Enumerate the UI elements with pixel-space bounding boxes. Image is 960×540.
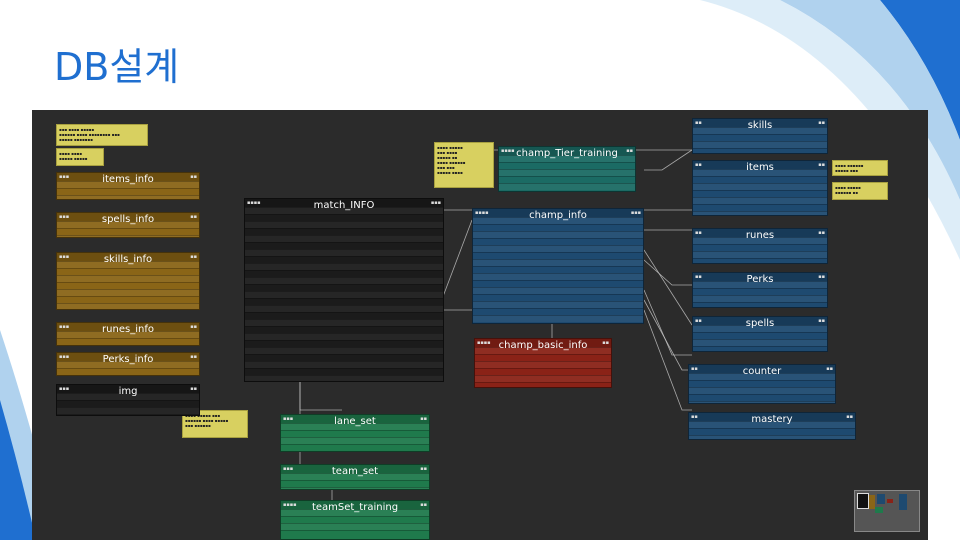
- table-title: spells_info: [101, 214, 155, 225]
- table-runes-info[interactable]: ▪▪▪ ▪▪ runes_info: [56, 322, 200, 346]
- minimap-viewport[interactable]: [857, 493, 869, 509]
- table-title: teamSet_training: [311, 502, 399, 513]
- table-skills-info[interactable]: ▪▪▪ ▪▪ skills_info: [56, 252, 200, 310]
- table-items-info[interactable]: ▪▪▪ ▪▪ items_info: [56, 172, 200, 200]
- note: ▪▪▪▪ ▪▪▪▪ ▪▪▪▪▪ ▪▪▪▪▪: [56, 148, 104, 166]
- table-img[interactable]: ▪▪▪ ▪▪ img: [56, 384, 200, 416]
- table-champ-basic-info[interactable]: ▪▪▪▪ ▪▪ champ_basic_info: [474, 338, 612, 388]
- table-title: champ_basic_info: [498, 340, 588, 351]
- slide-title: DB설계: [54, 45, 180, 89]
- table-teamset-training[interactable]: ▪▪▪▪ ▪▪ teamSet_training: [280, 500, 430, 540]
- table-title: counter: [742, 366, 782, 377]
- table-title: Perks_info: [102, 354, 154, 365]
- table-title: items: [746, 162, 774, 173]
- table-champ-tier-training[interactable]: ▪▪▪▪ ▪▪ champ_Tier_training: [498, 146, 636, 192]
- note: ▪▪▪▪ ▪▪▪▪▪ ▪▪▪ ▪▪▪▪ ▪▪▪▪▪ ▪▪ ▪▪▪▪ ▪▪▪▪▪▪ ▪▪▪…: [434, 142, 494, 188]
- table-title: mastery: [751, 414, 793, 425]
- table-title: img: [118, 386, 138, 397]
- table-title: runes: [745, 230, 775, 241]
- table-team-set[interactable]: ▪▪▪ ▪▪ team_set: [280, 464, 430, 490]
- table-title: spells: [745, 318, 775, 329]
- minimap[interactable]: [854, 490, 920, 532]
- table-lane-set[interactable]: ▪▪▪ ▪▪ lane_set: [280, 414, 430, 452]
- note: ▪▪▪▪ ▪▪▪▪▪▪ ▪▪▪▪▪ ▪▪▪: [832, 160, 888, 176]
- table-counter[interactable]: ▪▪ ▪▪ counter: [688, 364, 836, 404]
- table-mastery[interactable]: ▪▪ ▪▪ mastery: [688, 412, 856, 440]
- table-title: lane_set: [334, 416, 376, 427]
- table-spells[interactable]: ▪▪ ▪▪ spells: [692, 316, 828, 352]
- table-title: champ_Tier_training: [516, 148, 618, 159]
- table-title: team_set: [331, 466, 379, 477]
- table-title: skills_info: [103, 254, 153, 265]
- table-title: runes_info: [102, 324, 154, 335]
- table-champ-info[interactable]: ▪▪▪▪ ▪▪▪ champ_info: [472, 208, 644, 324]
- erd-canvas[interactable]: ▪▪▪ ▪▪▪▪ ▪▪▪▪▪ ▪▪▪▪▪▪ ▪▪▪▪ ▪▪▪▪▪▪▪▪ ▪▪▪ ▪▪…: [32, 110, 928, 540]
- table-perks-info[interactable]: ▪▪▪ ▪▪ Perks_info: [56, 352, 200, 376]
- table-title: skills: [747, 120, 773, 131]
- table-spells-info[interactable]: ▪▪▪ ▪▪ spells_info: [56, 212, 200, 238]
- note: ▪▪▪▪ ▪▪▪▪▪ ▪▪▪▪▪▪ ▪▪: [832, 182, 888, 200]
- table-runes[interactable]: ▪▪ ▪▪ runes: [692, 228, 828, 264]
- table-title: Perks: [746, 274, 774, 285]
- table-match-info[interactable]: ▪▪▪▪ ▪▪▪ match_INFO: [244, 198, 444, 382]
- table-title: champ_info: [529, 210, 587, 221]
- table-title: match_INFO: [313, 200, 375, 211]
- table-perks[interactable]: ▪▪ ▪▪ Perks: [692, 272, 828, 308]
- table-skills[interactable]: ▪▪ ▪▪ skills: [692, 118, 828, 154]
- table-items[interactable]: ▪▪ ▪▪ items: [692, 160, 828, 216]
- note: ▪▪▪ ▪▪▪▪ ▪▪▪▪▪ ▪▪▪▪▪▪ ▪▪▪▪ ▪▪▪▪▪▪▪▪ ▪▪▪ ▪▪…: [56, 124, 148, 146]
- table-title: items_info: [102, 174, 154, 185]
